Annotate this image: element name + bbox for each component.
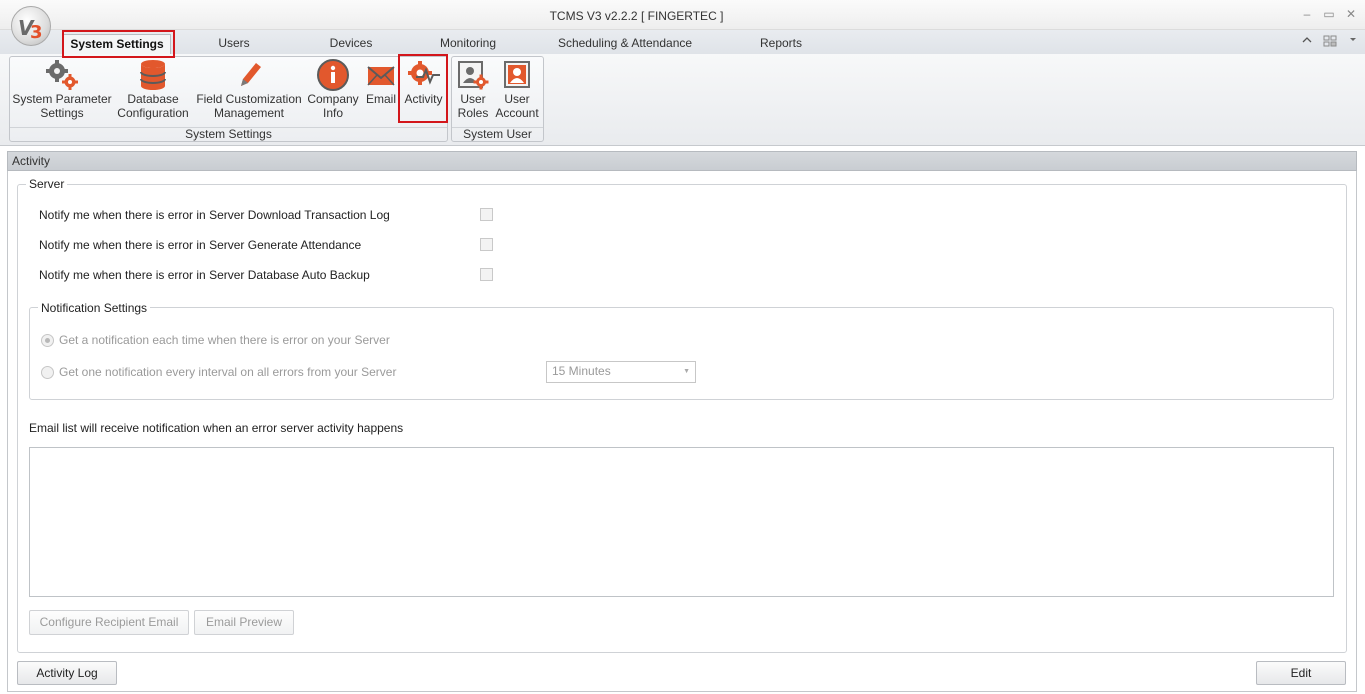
notify-interval-label: Get one notification every interval on a… [59, 365, 397, 379]
database-icon [140, 60, 166, 90]
menu-bar: System Settings Users Devices Monitoring… [0, 30, 1365, 54]
ribbon-button-label: Email [365, 92, 396, 106]
activity-button[interactable]: Activity [401, 58, 446, 106]
user-roles-icon [458, 61, 489, 90]
ribbon-button-label: User [504, 92, 530, 106]
ribbon-button-label: User [460, 92, 486, 106]
ribbon-button-label: Management [213, 106, 285, 120]
configure-recipient-email-button[interactable]: Configure Recipient Email [29, 610, 189, 635]
activity-log-button[interactable]: Activity Log [17, 661, 117, 685]
v3-logo-icon: V 3 [18, 16, 43, 41]
envelope-icon [367, 66, 395, 86]
close-icon[interactable]: ✕ [1344, 7, 1358, 21]
company-info-button[interactable]: Company Info [305, 58, 361, 120]
info-icon [317, 59, 349, 91]
ribbon-button-label: Settings [40, 106, 84, 120]
restore-icon[interactable]: ▭ [1322, 7, 1336, 21]
notify-interval-radio[interactable] [41, 366, 54, 379]
field-customization-management-button[interactable]: Field Customization Management [194, 58, 304, 120]
tab-users[interactable]: Users [205, 34, 263, 54]
notify-download-log-checkbox[interactable] [480, 208, 493, 221]
ribbon-group-label: System User [452, 127, 543, 141]
gears-icon [46, 60, 78, 90]
ribbon-button-label: Company [307, 92, 359, 106]
layout-icon[interactable] [1323, 35, 1337, 47]
database-configuration-button[interactable]: Database Configuration [114, 58, 192, 120]
notification-settings-fieldset [29, 307, 1334, 400]
tab-monitoring[interactable]: Monitoring [430, 34, 506, 54]
edit-button[interactable]: Edit [1256, 661, 1346, 685]
notification-settings-legend: Notification Settings [38, 301, 151, 315]
system-parameter-settings-button[interactable]: System Parameter Settings [12, 58, 112, 120]
tab-devices[interactable]: Devices [318, 34, 384, 54]
server-legend: Server [26, 177, 68, 191]
email-list-label: Email list will receive notification whe… [29, 421, 404, 435]
notify-download-log-label: Notify me when there is error in Server … [39, 208, 390, 222]
notify-auto-backup-checkbox[interactable] [480, 268, 493, 281]
email-list-textarea[interactable] [29, 447, 1334, 597]
tab-system-settings[interactable]: System Settings [63, 34, 171, 54]
title-bar: TCMS V3 v2.2.2 [ FINGERTEC ] – ▭ ✕ [0, 0, 1365, 30]
notify-each-time-radio[interactable] [41, 334, 54, 347]
minimize-icon[interactable]: – [1300, 7, 1314, 21]
ribbon-button-label: Info [322, 106, 343, 120]
user-roles-button[interactable]: User Roles [454, 58, 492, 120]
tab-reports[interactable]: Reports [752, 34, 810, 54]
user-account-button[interactable]: User Account [494, 58, 540, 120]
svg-text:3: 3 [30, 22, 43, 41]
user-account-icon [504, 61, 530, 88]
ribbon-button-label: System Parameter [12, 92, 112, 106]
email-button[interactable]: Email [363, 58, 399, 106]
interval-select-value: 15 Minutes [552, 364, 611, 378]
tab-scheduling-attendance[interactable]: Scheduling & Attendance [550, 34, 700, 54]
notify-generate-attendance-label: Notify me when there is error in Server … [39, 238, 362, 252]
notify-generate-attendance-checkbox[interactable] [480, 238, 493, 251]
ribbon-button-label: Activity [404, 92, 443, 106]
ribbon-group-label: System Settings [10, 127, 447, 141]
panel-title: Activity [7, 151, 1357, 171]
interval-select[interactable]: 15 Minutes ▼ [546, 361, 696, 383]
notify-each-time-label: Get a notification each time when there … [59, 333, 390, 347]
chevron-down-icon: ▼ [683, 368, 690, 375]
notify-auto-backup-label: Notify me when there is error in Server … [39, 268, 370, 282]
collapse-ribbon-icon[interactable] [1302, 35, 1312, 45]
ribbon-button-label: Field Customization [196, 92, 302, 106]
dropdown-icon[interactable] [1349, 35, 1357, 43]
pencil-icon [241, 63, 261, 86]
activity-gear-icon [407, 61, 440, 85]
ribbon-button-label: Configuration [117, 106, 189, 120]
app-logo[interactable]: V 3 [11, 6, 51, 46]
window-title: TCMS V3 v2.2.2 [ FINGERTEC ] [549, 9, 724, 23]
email-preview-button[interactable]: Email Preview [194, 610, 294, 635]
ribbon-button-label: Roles [457, 106, 489, 120]
ribbon-button-label: Database [127, 92, 179, 106]
ribbon-button-label: Account [495, 106, 539, 120]
